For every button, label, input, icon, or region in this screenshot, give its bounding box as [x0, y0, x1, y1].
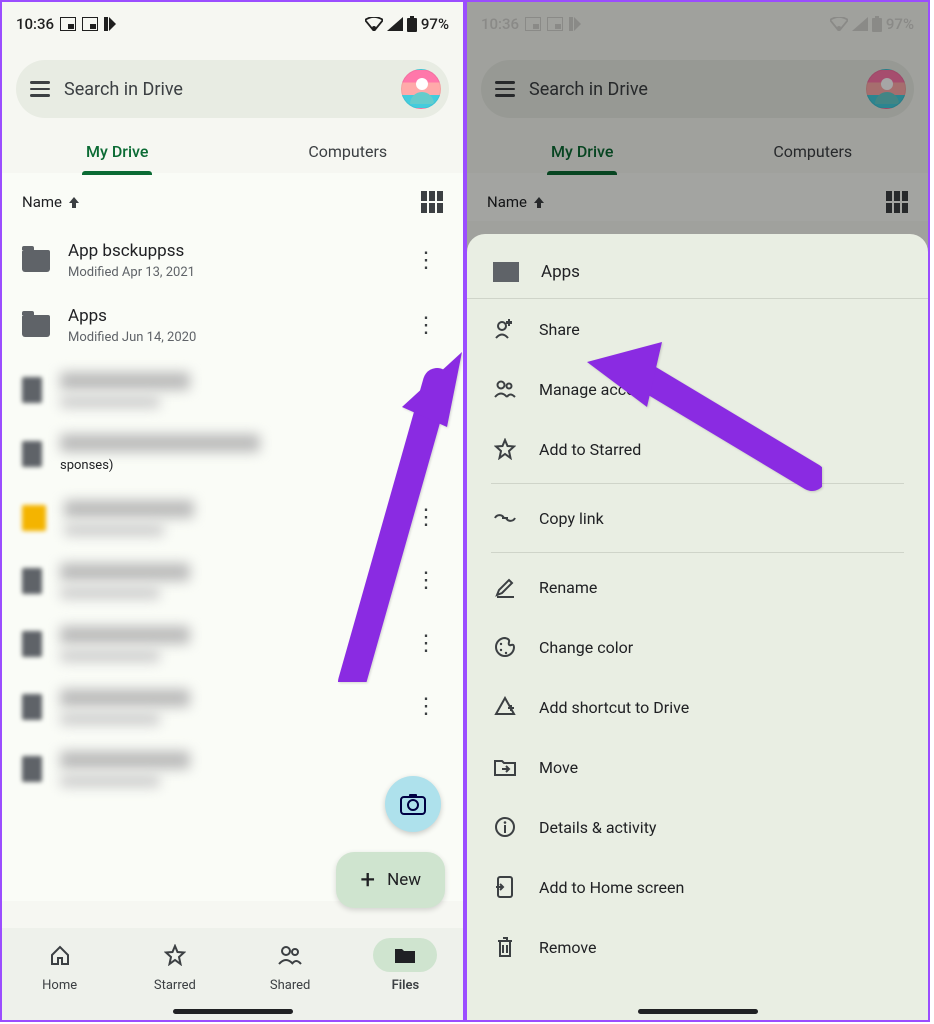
search-bar[interactable]: Search in Drive	[16, 60, 449, 118]
info-icon	[493, 815, 517, 839]
file-sub: Modified Jun 14, 2020	[68, 330, 387, 345]
more-button[interactable]: ⋮	[405, 242, 447, 279]
right-screenshot: 10:36 97% Search in Drive My Drive Compu…	[465, 0, 930, 1022]
star-icon	[164, 944, 186, 966]
more-button[interactable]: ⋮	[405, 307, 447, 344]
plus-icon: +	[360, 865, 375, 895]
play-icon	[104, 17, 116, 31]
menu-rename[interactable]: Rename	[467, 557, 928, 617]
menu-icon[interactable]	[30, 81, 50, 97]
gesture-handle	[173, 1009, 293, 1014]
menu-change-color[interactable]: Change color	[467, 617, 928, 677]
file-sub: Modified Apr 13, 2021	[68, 265, 387, 280]
move-icon	[493, 755, 517, 779]
sort-by-name[interactable]: Name	[22, 193, 80, 211]
pip-icon-2	[82, 17, 98, 31]
file-title: Apps	[68, 306, 387, 326]
file-icon	[22, 568, 42, 594]
nav-shared[interactable]: Shared	[258, 938, 322, 993]
folder-icon	[394, 946, 416, 964]
nav-starred[interactable]: Starred	[143, 938, 207, 993]
annotation-arrow	[302, 352, 462, 686]
signal-icon	[387, 17, 403, 31]
people-icon	[278, 944, 302, 966]
file-icon	[22, 377, 42, 403]
bottom-nav: Home Starred Shared Files	[2, 928, 463, 1020]
battery-icon	[407, 16, 417, 32]
pencil-icon	[493, 575, 517, 599]
file-icon	[22, 631, 42, 657]
camera-icon	[400, 793, 426, 815]
folder-icon	[22, 315, 50, 337]
file-icon	[22, 505, 46, 531]
nav-files[interactable]: Files	[373, 938, 437, 993]
menu-move[interactable]: Move	[467, 737, 928, 797]
tabs: My Drive Computers	[2, 128, 463, 173]
people-icon	[493, 377, 517, 401]
file-icon	[22, 441, 42, 467]
folder-icon	[22, 250, 50, 272]
wifi-icon	[365, 17, 383, 31]
star-icon	[493, 437, 517, 461]
file-icon	[22, 694, 42, 720]
search-placeholder: Search in Drive	[64, 79, 387, 100]
status-bar: 10:36 97%	[2, 2, 463, 44]
arrow-up-icon	[68, 196, 80, 208]
palette-icon	[493, 635, 517, 659]
link-icon	[493, 506, 517, 530]
folder-icon	[493, 262, 519, 282]
file-icon	[22, 756, 42, 782]
menu-remove[interactable]: Remove	[467, 917, 928, 977]
share-icon	[493, 317, 517, 341]
scan-fab[interactable]	[385, 776, 441, 832]
nav-home[interactable]: Home	[28, 938, 92, 993]
gesture-handle	[638, 1009, 758, 1014]
left-screenshot: 10:36 97% Search in Drive My Drive Compu…	[0, 0, 465, 1022]
tab-my-drive[interactable]: My Drive	[2, 128, 233, 173]
menu-details[interactable]: Details & activity	[467, 797, 928, 857]
battery-percent: 97%	[421, 15, 449, 33]
divider	[491, 552, 904, 553]
grid-view-icon[interactable]	[421, 191, 443, 213]
sheet-title: Apps	[541, 262, 580, 282]
annotation-arrow	[582, 327, 822, 501]
home-icon	[49, 944, 71, 966]
sheet-header: Apps	[467, 242, 928, 299]
add-home-icon	[493, 875, 517, 899]
avatar[interactable]	[401, 69, 441, 109]
sort-row: Name	[2, 173, 463, 221]
file-row[interactable]: Apps Modified Jun 14, 2020 ⋮	[2, 292, 457, 357]
tab-computers[interactable]: Computers	[233, 128, 464, 173]
menu-add-home[interactable]: Add to Home screen	[467, 857, 928, 917]
pip-icon	[60, 17, 76, 31]
more-button[interactable]: ⋮	[405, 688, 447, 725]
drive-shortcut-icon	[493, 695, 517, 719]
menu-add-shortcut[interactable]: Add shortcut to Drive	[467, 677, 928, 737]
new-fab[interactable]: + New	[336, 852, 445, 908]
trash-icon	[493, 935, 517, 959]
file-title: App bsckuppss	[68, 241, 387, 261]
status-time: 10:36	[16, 15, 54, 33]
file-row[interactable]: App bsckuppss Modified Apr 13, 2021 ⋮	[2, 227, 457, 292]
